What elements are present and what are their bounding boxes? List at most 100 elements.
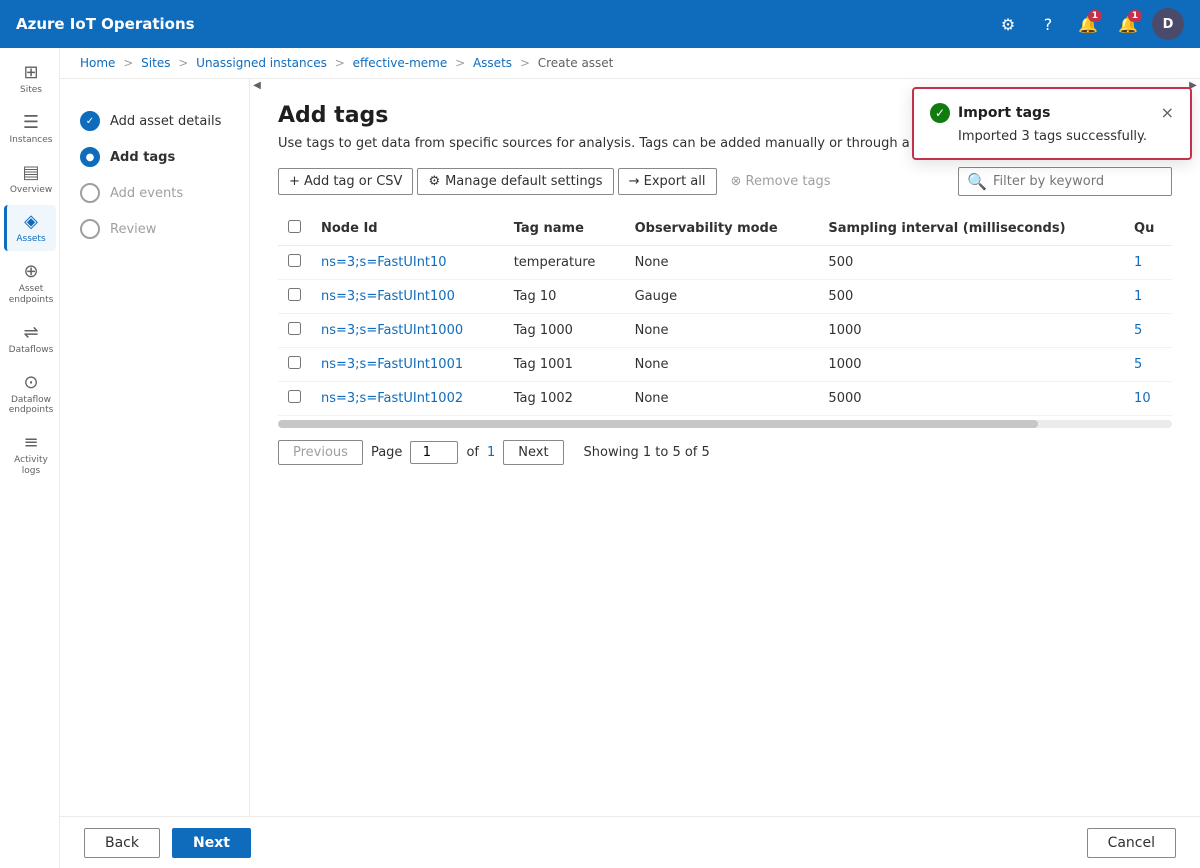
notification-badge-1: 1 [1088,10,1102,22]
step-add-events[interactable]: Add events [76,175,233,211]
navbar: Azure IoT Operations ⚙ ? 🔔 1 🔔 1 D [0,0,1200,48]
settings-icon-btn[interactable]: ⚙ [992,8,1024,40]
table-row: ns=3;s=FastUInt100 Tag 10 Gauge 500 1 [278,280,1172,314]
row-checkbox-cell-0[interactable] [278,246,311,280]
sidebar-label-instances: Instances [10,135,53,146]
toast-close-button[interactable]: × [1161,105,1174,121]
sampling-cell-3: 1000 [818,348,1124,382]
sidebar-item-overview[interactable]: ▤ Overview [4,156,56,202]
gear-icon: ⚙ [428,174,440,189]
sidebar-item-dataflows[interactable]: ⇌ Dataflows [4,316,56,362]
step-add-tags[interactable]: ● Add tags [76,139,233,175]
observability-cell-1: Gauge [625,280,819,314]
row-checkbox-cell-2[interactable] [278,314,311,348]
remove-tags-button[interactable]: ⊗ Remove tags [721,169,841,194]
node-id-cell-0[interactable]: ns=3;s=FastUInt10 [311,246,504,280]
th-select-all[interactable] [278,212,311,246]
select-all-checkbox[interactable] [288,220,301,233]
sidebar-item-instances[interactable]: ☰ Instances [4,106,56,152]
row-checkbox-4[interactable] [288,390,301,403]
navbar-icons: ⚙ ? 🔔 1 🔔 1 D [992,8,1184,40]
filter-input[interactable] [993,174,1163,189]
sidebar-item-sites[interactable]: ⊞ Sites [4,56,56,102]
toast-body: Imported 3 tags successfully. [930,129,1174,144]
next-button-bottom[interactable]: Next [172,828,251,858]
observability-cell-0: None [625,246,819,280]
sidebar-item-asset-endpoints[interactable]: ⊕ Asset endpoints [4,255,56,312]
asset-endpoints-icon: ⊕ [23,261,38,282]
sampling-cell-1: 500 [818,280,1124,314]
sidebar: ⊞ Sites ☰ Instances ▤ Overview ◈ Assets … [0,48,60,868]
breadcrumb-assets[interactable]: Assets [473,56,512,70]
filter-input-wrap: 🔍 [958,167,1172,196]
sites-icon: ⊞ [23,62,38,83]
cancel-button[interactable]: Cancel [1087,828,1176,858]
previous-button[interactable]: Previous [278,440,363,465]
th-qu: Qu [1124,212,1172,246]
observability-cell-3: None [625,348,819,382]
sidebar-item-dataflow-endpoints[interactable]: ⊙ Dataflow endpoints [4,366,56,423]
toast-success-icon: ✓ [930,103,950,123]
notifications2-icon-btn[interactable]: 🔔 1 [1112,8,1144,40]
help-icon-btn[interactable]: ? [1032,8,1064,40]
sidebar-label-overview: Overview [10,185,52,196]
row-checkbox-1[interactable] [288,288,301,301]
sidebar-item-assets[interactable]: ◈ Assets [4,205,56,251]
tag-name-cell-0: temperature [504,246,625,280]
tag-name-cell-1: Tag 10 [504,280,625,314]
row-checkbox-cell-4[interactable] [278,382,311,416]
qu-cell-1: 1 [1124,280,1172,314]
next-button[interactable]: Next [503,440,563,465]
step-label-2: Add tags [110,150,175,165]
breadcrumb-effective-meme[interactable]: effective-meme [353,56,448,70]
row-checkbox-3[interactable] [288,356,301,369]
breadcrumb-unassigned[interactable]: Unassigned instances [196,56,327,70]
row-checkbox-cell-3[interactable] [278,348,311,382]
node-id-cell-1[interactable]: ns=3;s=FastUInt100 [311,280,504,314]
step-label-4: Review [110,222,156,237]
node-id-cell-3[interactable]: ns=3;s=FastUInt1001 [311,348,504,382]
sidebar-label-assets: Assets [16,234,45,245]
notification-badge-2: 1 [1128,10,1142,22]
sidebar-item-activity-logs[interactable]: ≡ Activity logs [4,426,56,483]
content-wrapper: ✓ Add asset details ● Add tags Add event… [60,79,1200,816]
add-tag-csv-button[interactable]: + Add tag or CSV [278,168,413,195]
table-row: ns=3;s=FastUInt10 temperature None 500 1 [278,246,1172,280]
step-label-1: Add asset details [110,114,221,129]
avatar[interactable]: D [1152,8,1184,40]
back-button[interactable]: Back [84,828,160,858]
sampling-cell-2: 1000 [818,314,1124,348]
qu-cell-2: 5 [1124,314,1172,348]
qu-cell-0: 1 [1124,246,1172,280]
th-node-id: Node Id [311,212,504,246]
observability-cell-4: None [625,382,819,416]
total-pages: 1 [487,445,495,460]
observability-cell-2: None [625,314,819,348]
step-review[interactable]: Review [76,211,233,247]
breadcrumb-sites[interactable]: Sites [141,56,170,70]
notifications1-icon-btn[interactable]: 🔔 1 [1072,8,1104,40]
dataflow-endpoints-icon: ⊙ [23,372,38,393]
row-checkbox-cell-1[interactable] [278,280,311,314]
page-number-input[interactable] [410,441,458,464]
sidebar-label-activity-logs: Activity logs [11,455,52,477]
activity-logs-icon: ≡ [23,432,38,453]
breadcrumb-home[interactable]: Home [80,56,115,70]
assets-icon: ◈ [24,211,38,232]
sidebar-label-sites: Sites [20,85,42,96]
toolbar: + Add tag or CSV ⚙ Manage default settin… [278,167,1172,196]
step-label-3: Add events [110,186,183,201]
node-id-cell-2[interactable]: ns=3;s=FastUInt1000 [311,314,504,348]
main-content: Add tags Use tags to get data from speci… [250,79,1200,816]
row-checkbox-2[interactable] [288,322,301,335]
steps-panel: ✓ Add asset details ● Add tags Add event… [60,79,250,816]
step-add-asset-details[interactable]: ✓ Add asset details [76,103,233,139]
breadcrumb: Home > Sites > Unassigned instances > ef… [60,48,1200,79]
row-checkbox-0[interactable] [288,254,301,267]
scroll-left-arrow[interactable]: ◀ [250,79,264,91]
export-all-button[interactable]: → Export all [618,168,717,195]
manage-default-settings-button[interactable]: ⚙ Manage default settings [417,168,613,195]
th-sampling: Sampling interval (milliseconds) [818,212,1124,246]
node-id-cell-4[interactable]: ns=3;s=FastUInt1002 [311,382,504,416]
table-row: ns=3;s=FastUInt1002 Tag 1002 None 5000 1… [278,382,1172,416]
